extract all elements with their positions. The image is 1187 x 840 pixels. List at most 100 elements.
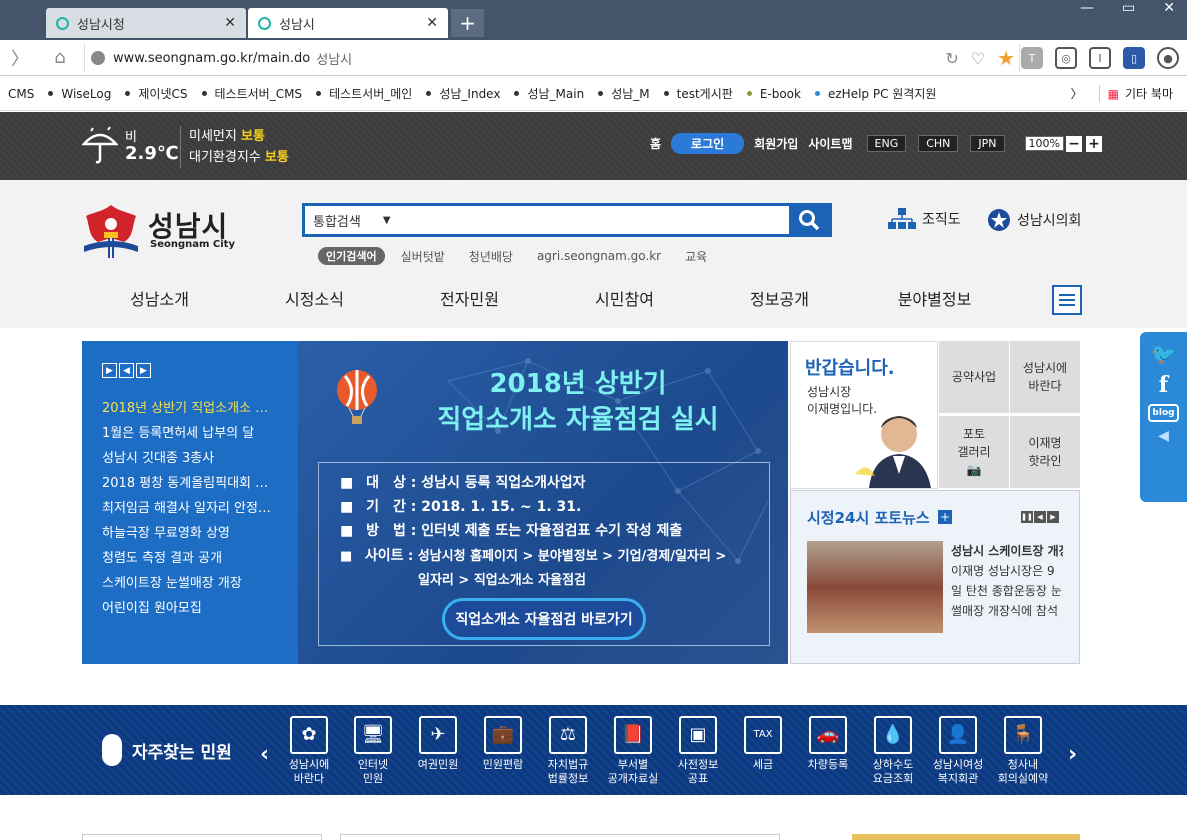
hotline-link[interactable]: 이재명 핫라인 — [1010, 416, 1080, 488]
news-item[interactable]: 최저임금 해결사 일자리 안정… — [102, 496, 278, 521]
maximize-icon[interactable]: ▭ — [1122, 0, 1135, 16]
capture-icon[interactable]: ◎ — [1055, 47, 1077, 69]
close-tab-icon[interactable]: ✕ — [224, 15, 236, 31]
bookmark-star-icon[interactable]: ★ — [997, 46, 1015, 70]
bookmark-item[interactable]: 성남_Index — [426, 85, 500, 102]
lang-chn[interactable]: CHN — [918, 135, 959, 152]
gnb-item-participation[interactable]: 시민참여 — [547, 286, 702, 316]
org-chart-link[interactable]: 조직도 — [888, 208, 961, 230]
hot-keyword[interactable]: 교육 — [685, 248, 707, 265]
close-window-icon[interactable]: ✕ — [1163, 0, 1175, 16]
gnb-item-field-info[interactable]: 분야별정보 — [857, 286, 1012, 316]
hot-keyword[interactable]: agri.seongnam.go.kr — [537, 249, 661, 263]
quick-item-meeting-room[interactable]: 🪑 청사내 회의실예약 — [991, 716, 1055, 786]
bookmark-item[interactable]: 테스트서버_CMS — [201, 85, 302, 102]
news-item[interactable]: 하늘극장 무료영화 상영 — [102, 521, 278, 546]
search-button[interactable] — [789, 206, 829, 234]
bookmarks-overflow-icon[interactable]: 〉 — [1071, 85, 1083, 102]
news-item[interactable]: 2018년 상반기 직업소개소 … — [102, 396, 278, 421]
bookmark-item[interactable]: 성남_M — [598, 85, 650, 102]
next-icon[interactable]: ▶ — [136, 363, 151, 378]
collapse-arrow-icon[interactable]: ◀ — [1158, 428, 1169, 444]
reader-icon[interactable]: I — [1089, 47, 1111, 69]
quick-item-water[interactable]: 💧 상하수도 요금조회 — [861, 716, 925, 786]
news-item[interactable]: 2018 평창 동계올림픽대회 … — [102, 471, 278, 496]
photo-gallery-link[interactable]: 포토 갤러리 📷 — [939, 416, 1009, 488]
search-scope-select[interactable]: 통합검색 ▼ — [305, 206, 405, 234]
browser-tab-1[interactable]: 성남시청 ✕ — [46, 8, 246, 38]
sitemap-link[interactable]: 사이트맵 — [808, 135, 852, 152]
zoom-in-button[interactable]: + — [1085, 135, 1102, 152]
twitter-icon[interactable]: 🐦 — [1151, 342, 1176, 366]
quick-item-handbook[interactable]: 💼 민원편람 — [471, 716, 535, 772]
bookmark-item[interactable]: 성남_Main — [514, 85, 584, 102]
new-tab-button[interactable]: + — [451, 9, 484, 37]
suggestion-link[interactable]: 성남시에 바란다 — [1010, 341, 1080, 413]
search-input[interactable] — [405, 206, 789, 234]
url-field[interactable]: www.seongnam.go.kr/main.do 성남시 ↻ ♡ ★ — [84, 44, 1020, 72]
hot-keyword[interactable]: 청년배당 — [469, 248, 513, 265]
more-plus-icon[interactable]: + — [938, 510, 952, 524]
bookmark-item[interactable]: ezHelp PC 원격지원 — [814, 85, 936, 102]
gnb-item-news[interactable]: 시정소식 — [237, 286, 392, 316]
lang-eng[interactable]: ENG — [866, 135, 907, 152]
facebook-icon[interactable]: f — [1159, 372, 1168, 398]
bookmark-item[interactable]: CMS — [8, 87, 34, 101]
quick-prev-arrow-icon[interactable]: ‹ — [260, 742, 269, 767]
next-icon[interactable]: ▶ — [1047, 511, 1059, 523]
prev-icon[interactable]: ◀ — [1034, 511, 1046, 523]
mayor-greeting-panel[interactable]: 반갑습니다. 성남시장 이재명입니다. — [790, 341, 938, 489]
bookmark-item[interactable]: 테스트서버_메인 — [316, 85, 412, 102]
gnb-item-intro[interactable]: 성남소개 — [82, 286, 237, 316]
home-button[interactable]: ⌂ — [40, 40, 80, 76]
reload-icon[interactable]: ↻ — [945, 49, 958, 68]
hot-keyword[interactable]: 실버텃밭 — [401, 248, 445, 265]
join-link[interactable]: 회원가입 — [754, 135, 798, 152]
news-item[interactable]: 청렴도 측정 결과 공개 — [102, 546, 278, 571]
seongnam-logo-icon[interactable] — [80, 202, 142, 260]
gnb-item-disclosure[interactable]: 정보공개 — [702, 286, 857, 316]
bookmark-item[interactable]: E-book — [746, 87, 801, 101]
gnb-item-e-civil[interactable]: 전자민원 — [392, 286, 547, 316]
pocket-icon[interactable]: ♡ — [971, 49, 985, 68]
pledge-link[interactable]: 공약사업 — [939, 341, 1009, 413]
quick-item-laws[interactable]: ⚖ 자치법규 법률정보 — [536, 716, 600, 786]
account-icon[interactable]: ● — [1157, 47, 1179, 69]
all-menu-button[interactable] — [1052, 285, 1082, 315]
translate-icon[interactable]: T — [1021, 47, 1043, 69]
quick-next-arrow-icon[interactable]: › — [1068, 742, 1077, 767]
home-link[interactable]: 홈 — [650, 135, 661, 152]
quick-item-vehicle[interactable]: 🚗 차량등록 — [796, 716, 860, 772]
zoom-out-button[interactable]: − — [1065, 135, 1082, 152]
news-item[interactable]: 스케이트장 눈썰매장 개장 — [102, 571, 278, 596]
quick-item-passport[interactable]: ✈ 여권민원 — [406, 716, 470, 772]
play-icon[interactable]: ▶ — [102, 363, 117, 378]
quick-item-prior-info[interactable]: ▣ 사전정보 공표 — [666, 716, 730, 786]
photo-news-text[interactable]: 성남시 스케이트장 개장 이재명 성남시장은 9일 탄천 종합운동장 눈썰매장 … — [951, 541, 1063, 621]
blog-icon[interactable]: blog — [1148, 404, 1179, 422]
quick-item-tax[interactable]: TAX 세금 — [731, 716, 795, 772]
bookmark-item[interactable]: 제이넷CS — [125, 85, 188, 102]
quick-item-suggestion[interactable]: ✿ 성남시에 바란다 — [277, 716, 341, 786]
forward-button[interactable]: 〉 — [0, 40, 40, 76]
news-item[interactable]: 어린이집 원아모집 — [102, 596, 278, 621]
sidebar-toggle-icon[interactable]: ▯ — [1123, 47, 1145, 69]
other-bookmarks[interactable]: ▦ 기타 북마 — [1098, 85, 1173, 102]
news-item[interactable]: 성남시 깃대종 3총사 — [102, 446, 278, 471]
photo-news-thumbnail[interactable] — [807, 541, 943, 633]
login-button[interactable]: 로그인 — [671, 133, 745, 154]
pause-icon[interactable]: ❚❚ — [1021, 511, 1033, 523]
minimize-icon[interactable]: — — [1080, 0, 1094, 16]
bookmark-item[interactable]: test게시판 — [663, 85, 733, 102]
quick-item-women-center[interactable]: 👤 성남시여성 복지회관 — [926, 716, 990, 786]
quick-item-dept-archive[interactable]: 📕 부서별 공개자료실 — [601, 716, 665, 786]
prev-icon[interactable]: ◀ — [119, 363, 134, 378]
news-item[interactable]: 1월은 등록면허세 납부의 달 — [102, 421, 278, 446]
close-tab-icon[interactable]: ✕ — [426, 15, 438, 31]
bookmark-item[interactable]: WiseLog — [48, 87, 111, 101]
city-council-link[interactable]: 성남시의회 — [987, 208, 1081, 232]
lang-jpn[interactable]: JPN — [970, 135, 1005, 152]
self-check-shortcut-button[interactable]: 직업소개소 자율점검 바로가기 — [442, 598, 646, 640]
browser-tab-2[interactable]: 성남시 ✕ — [248, 8, 448, 38]
quick-item-internet-civil[interactable]: 🖥 인터넷 민원 — [341, 716, 405, 786]
